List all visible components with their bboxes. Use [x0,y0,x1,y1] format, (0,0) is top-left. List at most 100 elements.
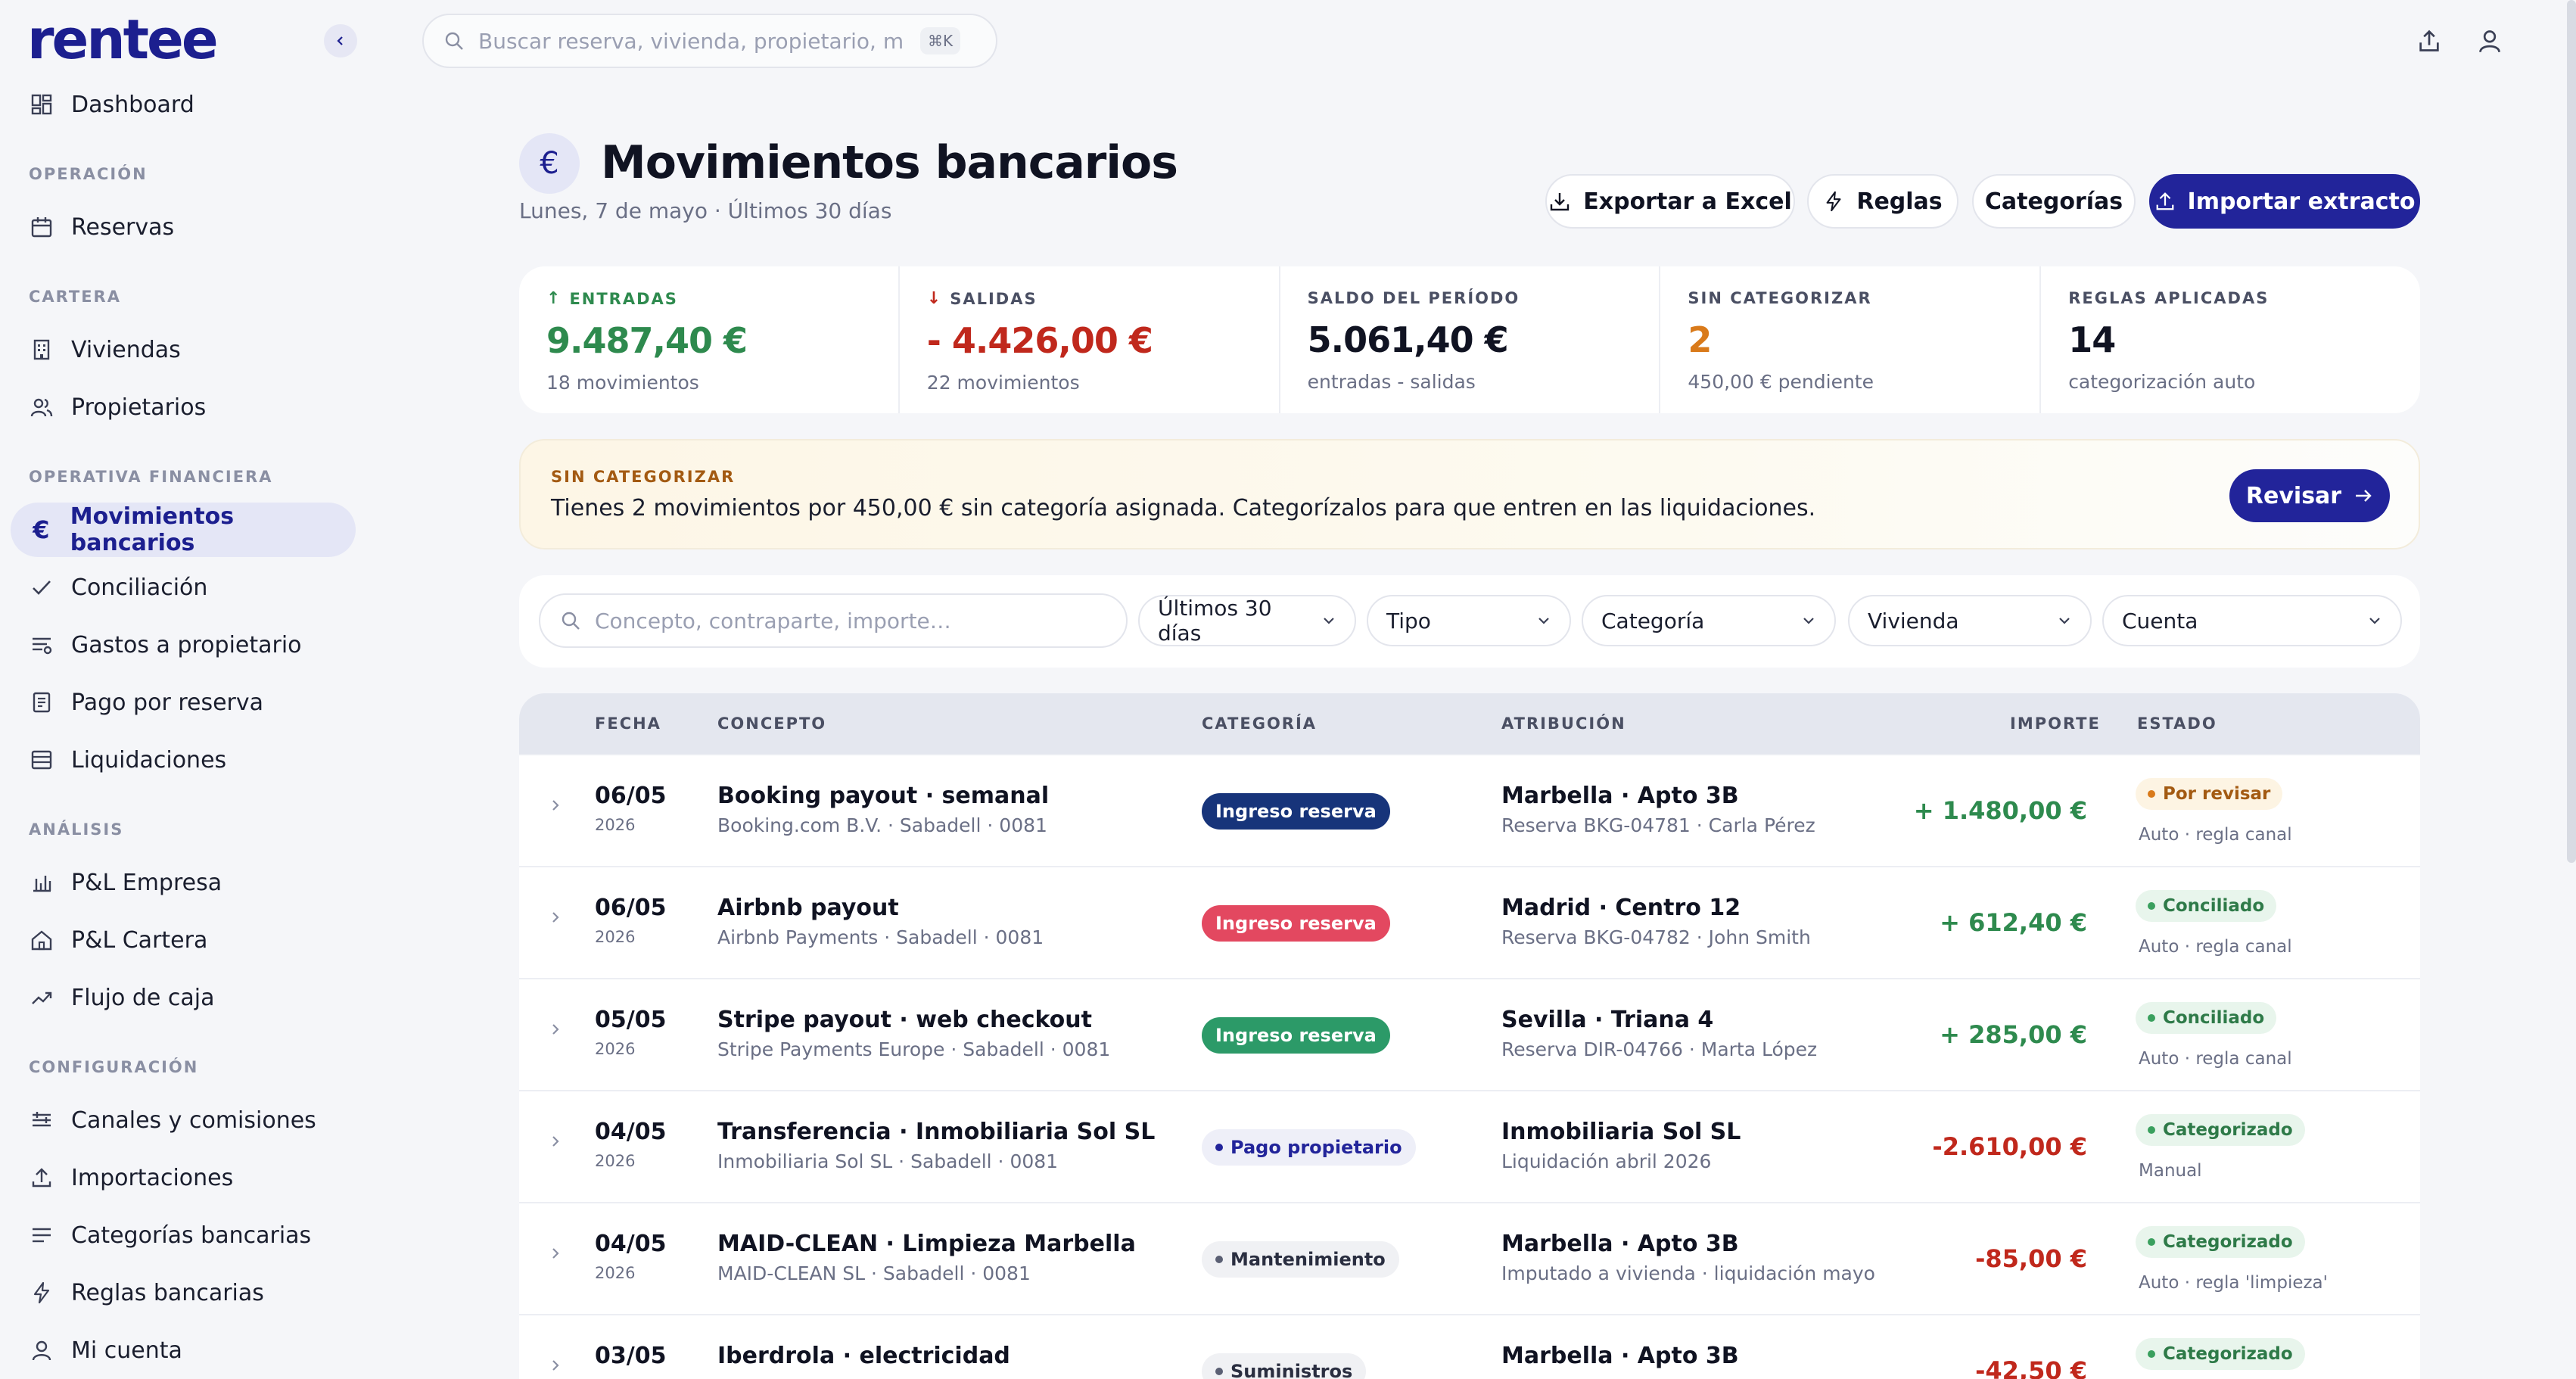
stats-summary: ↑ ENTRADAS 9.487,40 € 18 movimientos ↓ SAL… [519,266,2420,413]
status-dot-icon [2148,1238,2155,1246]
page-subtitle: Lunes, 7 de mayo · Últimos 30 días [519,198,892,223]
euro-icon: € [519,133,580,194]
sidebar-item-label: Movimientos bancarios [70,503,235,556]
app-logo[interactable]: rentee [27,8,219,71]
review-button[interactable]: Revisar [2229,469,2390,522]
sidebar-item-movimientos[interactable]: € Movimientos bancarios [11,503,356,557]
categories-button[interactable]: Categorías [1972,174,2136,229]
col-importe[interactable]: IMPORTE [2010,714,2101,733]
rules-button[interactable]: Reglas [1807,174,1958,229]
category-badge[interactable]: Ingreso reserva [1202,905,1390,942]
stat-reglas: REGLAS APLICADAS 14 categorización auto [2041,266,2420,413]
row-date: 04/05 [595,1231,667,1257]
sidebar-item-pl-cartera[interactable]: P&L Cartera [11,913,356,967]
status-note: Auto · regla 'limpieza' [2139,1273,2328,1293]
sidebar-item-canales[interactable]: Canales y comisiones [11,1093,356,1147]
collapse-sidebar-button[interactable] [324,24,357,58]
row-attribution-sub: Imputado a vivienda · liquidación mayo [1501,1262,1875,1284]
status-dot-icon [2148,790,2155,798]
sidebar-item-pl-empresa[interactable]: P&L Empresa [11,855,356,910]
search-icon [562,612,580,630]
profile-button[interactable] [2473,24,2506,58]
property-select[interactable]: Vivienda [1848,595,2092,646]
category-select[interactable]: Categoría [1582,595,1836,646]
rules-label: Reglas [1856,188,1943,215]
sidebar-item-reglas[interactable]: Reglas bancarias [11,1265,356,1320]
import-statement-button[interactable]: Importar extracto [2149,174,2420,229]
home-icon [29,927,54,953]
category-badge[interactable]: Pago propietario [1202,1129,1416,1166]
row-attribution: Marbella · Apto 3B [1501,1343,1739,1369]
sidebar-item-pago-reserva[interactable]: Pago por reserva [11,675,356,730]
table-row[interactable]: 04/05 2026 MAID-CLEAN · Limpieza Marbell… [519,1202,2420,1314]
table-row[interactable]: 03/05 Iberdrola · electricidad Suministr… [519,1314,2420,1379]
stat-label: SIN CATEGORIZAR [1688,289,1872,307]
global-search[interactable]: Buscar reserva, vivienda, propietario, m… [422,14,997,68]
category-badge[interactable]: Suministros [1202,1353,1367,1379]
row-amount: -2.610,00 € [1932,1132,2087,1161]
chevron-right-icon[interactable] [548,910,563,925]
status-label: Por revisar [2163,784,2271,804]
sidebar-item-propietarios[interactable]: Propietarios [11,380,356,434]
share-button[interactable] [2413,24,2446,58]
concept-search-input[interactable]: Concepto, contraparte, importe… [539,593,1128,648]
sidebar-item-mi-cuenta[interactable]: Mi cuenta [11,1323,356,1377]
row-amount: + 285,00 € [1940,1020,2087,1049]
chevron-right-icon[interactable] [548,1022,563,1037]
stat-value: - 4.426,00 € [926,320,1153,361]
category-badge[interactable]: Ingreso reserva [1202,793,1390,830]
export-excel-button[interactable]: Exportar a Excel [1545,174,1795,229]
page-scrollbar[interactable] [2567,0,2576,863]
sidebar-item-label: Categorías bancarias [71,1222,312,1249]
row-year: 2026 [595,1040,636,1058]
status-dot-icon [2148,1126,2155,1134]
chevron-right-icon[interactable] [548,1246,563,1261]
sidebar-item-dashboard[interactable]: Dashboard [11,77,356,132]
sidebar-item-reservas[interactable]: Reservas [11,200,356,254]
chevron-right-icon[interactable] [548,1358,563,1373]
category-badge[interactable]: Ingreso reserva [1202,1017,1390,1054]
col-estado[interactable]: ESTADO [2137,714,2217,733]
category-label: Ingreso reserva [1215,1025,1377,1046]
sidebar-item-categorias[interactable]: Categorías bancarias [11,1208,356,1262]
table-row[interactable]: 05/05 2026 Stripe payout · web checkout … [519,978,2420,1090]
alert-label: SIN CATEGORIZAR [551,468,736,486]
table-row[interactable]: 04/05 2026 Transferencia · Inmobiliaria … [519,1090,2420,1202]
col-atribucion[interactable]: ATRIBUCIÓN [1501,714,1626,733]
period-select[interactable]: Últimos 30 días [1138,595,1356,646]
row-attribution-sub: Reserva DIR-04766 · Marta López [1501,1038,1818,1060]
sidebar-item-label: Propietarios [71,394,207,421]
table-row[interactable]: 06/05 2026 Booking payout · semanal Book… [519,754,2420,866]
sidebar-item-conciliacion[interactable]: Conciliación [11,560,356,615]
uncategorized-alert: SIN CATEGORIZAR Tienes 2 movimientos por… [519,439,2420,549]
row-attribution-sub: Liquidación abril 2026 [1501,1150,1712,1172]
status-badge: Conciliado [2136,1002,2277,1034]
sidebar-item-label: Pago por reserva [71,689,264,716]
col-concepto[interactable]: CONCEPTO [717,714,826,733]
sidebar-item-liquidaciones[interactable]: Liquidaciones [11,733,356,787]
alert-text: Tienes 2 movimientos por 450,00 € sin ca… [551,495,1816,521]
col-fecha[interactable]: FECHA [595,714,661,733]
row-concept: Airbnb payout [717,895,899,921]
movements-table: FECHA CONCEPTO CATEGORÍA ATRIBUCIÓN IMPO… [519,693,2420,1379]
account-select[interactable]: Cuenta [2102,595,2402,646]
sidebar-item-flujo-caja[interactable]: Flujo de caja [11,970,356,1025]
table-row[interactable]: 06/05 2026 Airbnb payout Airbnb Payments… [519,866,2420,978]
sidebar-item-importaciones[interactable]: Importaciones [11,1150,356,1205]
sidebar-item-viviendas[interactable]: Viviendas [11,322,356,377]
sidebar-item-gastos[interactable]: Gastos a propietario [11,618,356,672]
category-badge[interactable]: Mantenimiento [1202,1241,1399,1278]
search-icon [445,32,463,50]
type-select[interactable]: Tipo [1367,595,1571,646]
section-configuracion: CONFIGURACIÓN [29,1058,199,1076]
chevron-down-icon [2369,618,2380,624]
row-date: 04/05 [595,1119,667,1145]
section-analisis: ANÁLISIS [29,820,124,839]
chevron-right-icon[interactable] [548,798,563,813]
category-label: Suministros [1230,1361,1353,1379]
chevron-right-icon[interactable] [548,1134,563,1149]
status-label: Categorizado [2163,1120,2293,1140]
col-categoria[interactable]: CATEGORÍA [1202,714,1317,733]
ledger-icon [29,747,54,773]
list-filter-icon [29,632,54,658]
